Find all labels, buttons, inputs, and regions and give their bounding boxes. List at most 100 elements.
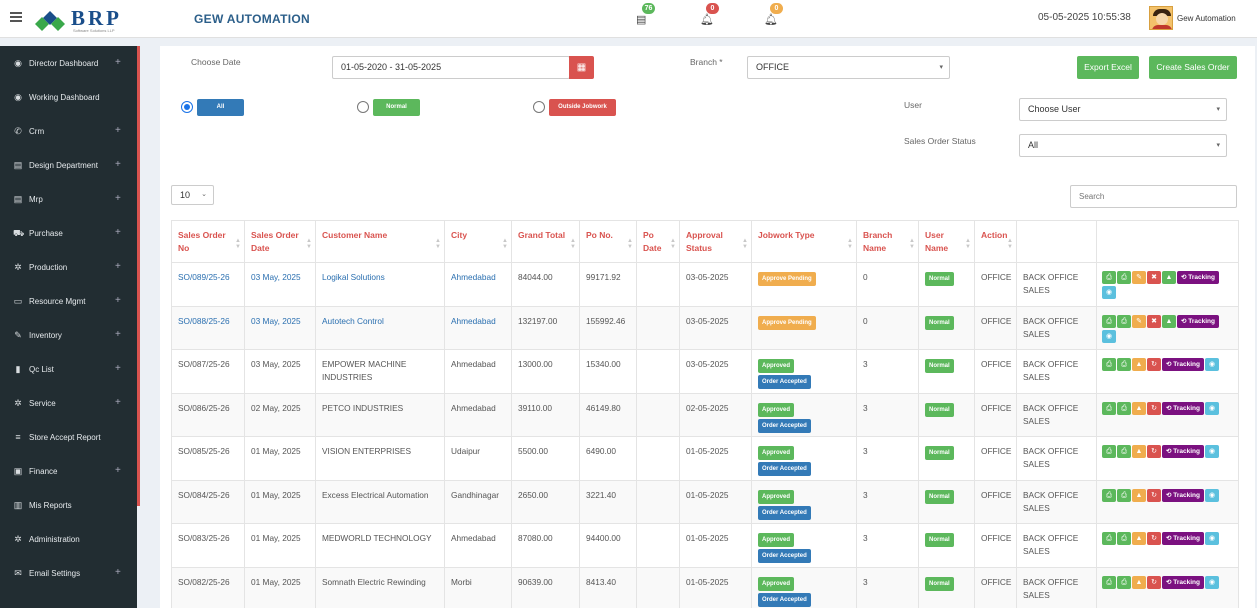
user-menu[interactable]: Gew Automation: [1149, 6, 1243, 32]
print-button[interactable]: ⎙: [1102, 358, 1116, 371]
column-header[interactable]: Action ▲ ▼: [974, 220, 1017, 263]
warning-button[interactable]: ▲: [1132, 488, 1146, 502]
sidebar-item-director-dashboard[interactable]: ◉ Director Dashboard +: [0, 46, 137, 80]
sidebar-item-working-dashboard[interactable]: ◉ Working Dashboard: [0, 80, 137, 114]
sidebar-scrollbar[interactable]: [137, 46, 140, 506]
reminders-notification[interactable]: 🔔︎ 0: [760, 3, 783, 29]
column-header[interactable]: Grand Total ▲ ▼: [511, 220, 580, 263]
tracking-button[interactable]: ⟲ Tracking: [1162, 445, 1204, 458]
print-button[interactable]: ⎙: [1117, 358, 1131, 371]
radio-outside-jobwork[interactable]: [533, 101, 545, 113]
warning-button[interactable]: ▲: [1132, 358, 1146, 371]
sidebar-item-service[interactable]: ✲ Service +: [0, 386, 137, 420]
sidebar-item-design-department[interactable]: ▤ Design Department +: [0, 148, 137, 182]
print-button[interactable]: ⎙: [1117, 488, 1131, 502]
column-header[interactable]: Customer Name ▲ ▼: [315, 220, 445, 263]
tracking-button[interactable]: ⟲ Tracking: [1177, 314, 1219, 328]
eye-button[interactable]: ◉: [1205, 445, 1219, 458]
page-size-select[interactable]: 10 ⌄: [171, 185, 214, 205]
pencil-button[interactable]: ✎: [1132, 271, 1146, 284]
print-button[interactable]: ⎙: [1102, 401, 1116, 415]
search-input[interactable]: [1070, 185, 1237, 208]
refresh-button[interactable]: ↻: [1147, 532, 1161, 545]
print-button[interactable]: ⎙: [1117, 532, 1131, 545]
column-header[interactable]: User Name ▲ ▼: [918, 220, 975, 263]
column-header[interactable]: Po Date ▲ ▼: [636, 220, 680, 263]
print-button[interactable]: ⎙: [1102, 314, 1116, 328]
column-header[interactable]: Po No. ▲ ▼: [579, 220, 637, 263]
tracking-button[interactable]: ⟲ Tracking: [1162, 488, 1204, 502]
export-excel-button[interactable]: Export Excel: [1077, 56, 1139, 79]
warning-button[interactable]: ▲: [1162, 314, 1176, 328]
radio-all[interactable]: [181, 101, 193, 113]
warning-button[interactable]: ▲: [1132, 401, 1146, 415]
sidebar-item-mis-reports[interactable]: ▥ Mis Reports: [0, 488, 137, 522]
eye-button[interactable]: ◉: [1205, 358, 1219, 371]
sidebar-item-administration[interactable]: ✲ Administration: [0, 522, 137, 556]
tracking-button[interactable]: ⟲ Tracking: [1162, 575, 1204, 589]
print-button[interactable]: ⎙: [1102, 445, 1116, 458]
tracking-button[interactable]: ⟲ Tracking: [1162, 401, 1204, 415]
sidebar-item-production[interactable]: ✲ Production +: [0, 250, 137, 284]
print-button[interactable]: ⎙: [1117, 271, 1131, 284]
column-header[interactable]: Jobwork Type ▲ ▼: [751, 220, 857, 263]
menu-toggle-icon[interactable]: [10, 12, 22, 22]
calendar-button[interactable]: ▦: [569, 56, 594, 79]
warning-button[interactable]: ▲: [1162, 271, 1176, 284]
sidebar-item-qc-list[interactable]: ▮ Qc List +: [0, 352, 137, 386]
brand-logo[interactable]: BRP Software Solutions LLP: [33, 6, 133, 34]
warning-button[interactable]: ▲: [1132, 532, 1146, 545]
sidebar-item-crm[interactable]: ✆ Crm +: [0, 114, 137, 148]
print-button[interactable]: ⎙: [1102, 575, 1116, 589]
print-button[interactable]: ⎙: [1117, 401, 1131, 415]
eye-button[interactable]: ◉: [1102, 329, 1116, 343]
print-button[interactable]: ⎙: [1102, 532, 1116, 545]
print-button[interactable]: ⎙: [1102, 271, 1116, 284]
tracking-button[interactable]: ⟲ Tracking: [1162, 358, 1204, 371]
radio-normal-label[interactable]: Normal: [373, 99, 420, 116]
refresh-button[interactable]: ↻: [1147, 575, 1161, 589]
column-header[interactable]: Sales Order No ▲ ▼: [171, 220, 245, 263]
status-select[interactable]: All ▾: [1019, 134, 1227, 157]
alerts-notification[interactable]: 🔔︎ 0: [696, 3, 719, 29]
eye-button[interactable]: ◉: [1102, 286, 1116, 299]
sidebar-item-inventory[interactable]: ✎ Inventory +: [0, 318, 137, 352]
eye-button[interactable]: ◉: [1205, 575, 1219, 589]
sidebar-item-finance[interactable]: ▣ Finance +: [0, 454, 137, 488]
messages-notification[interactable]: ▤ 76: [632, 3, 655, 29]
warning-button[interactable]: ▲: [1132, 445, 1146, 458]
sidebar-item-store-accept-report[interactable]: ≡ Store Accept Report: [0, 420, 137, 454]
branch-select[interactable]: OFFICE ▾: [747, 56, 950, 79]
sidebar-item-mrp[interactable]: ▤ Mrp +: [0, 182, 137, 216]
tracking-button[interactable]: ⟲ Tracking: [1177, 271, 1219, 284]
tracking-button[interactable]: ⟲ Tracking: [1162, 532, 1204, 545]
column-header[interactable]: Sales Order Date ▲ ▼: [244, 220, 316, 263]
radio-outside-jobwork-label[interactable]: Outside Jobwork: [549, 99, 616, 116]
user-select[interactable]: Choose User ▾: [1019, 98, 1227, 121]
refresh-button[interactable]: ↻: [1147, 445, 1161, 458]
column-header[interactable]: Branch Name ▲ ▼: [856, 220, 919, 263]
refresh-button[interactable]: ↻: [1147, 358, 1161, 371]
sidebar-item-purchase[interactable]: ⛟ Purchase +: [0, 216, 137, 250]
pencil-button[interactable]: ✎: [1132, 314, 1146, 328]
eye-button[interactable]: ◉: [1205, 532, 1219, 545]
sidebar-item-resource-mgmt[interactable]: ▭ Resource Mgmt +: [0, 284, 137, 318]
eye-button[interactable]: ◉: [1205, 488, 1219, 502]
print-button[interactable]: ⎙: [1117, 575, 1131, 589]
radio-normal[interactable]: [357, 101, 369, 113]
radio-all-label[interactable]: All: [197, 99, 244, 116]
print-button[interactable]: ⎙: [1102, 488, 1116, 502]
refresh-button[interactable]: ↻: [1147, 488, 1161, 502]
trash-button[interactable]: ✖: [1147, 314, 1161, 328]
sidebar-item-email-settings[interactable]: ✉ Email Settings +: [0, 556, 137, 590]
print-button[interactable]: ⎙: [1117, 445, 1131, 458]
column-header[interactable]: Approval Status ▲ ▼: [679, 220, 752, 263]
create-sales-order-button[interactable]: Create Sales Order: [1149, 56, 1237, 79]
column-header[interactable]: City ▲ ▼: [444, 220, 512, 263]
refresh-button[interactable]: ↻: [1147, 401, 1161, 415]
print-button[interactable]: ⎙: [1117, 314, 1131, 328]
eye-button[interactable]: ◉: [1205, 401, 1219, 415]
date-range-input[interactable]: 01-05-2020 - 31-05-2025: [332, 56, 570, 79]
trash-button[interactable]: ✖: [1147, 271, 1161, 284]
warning-button[interactable]: ▲: [1132, 575, 1146, 589]
